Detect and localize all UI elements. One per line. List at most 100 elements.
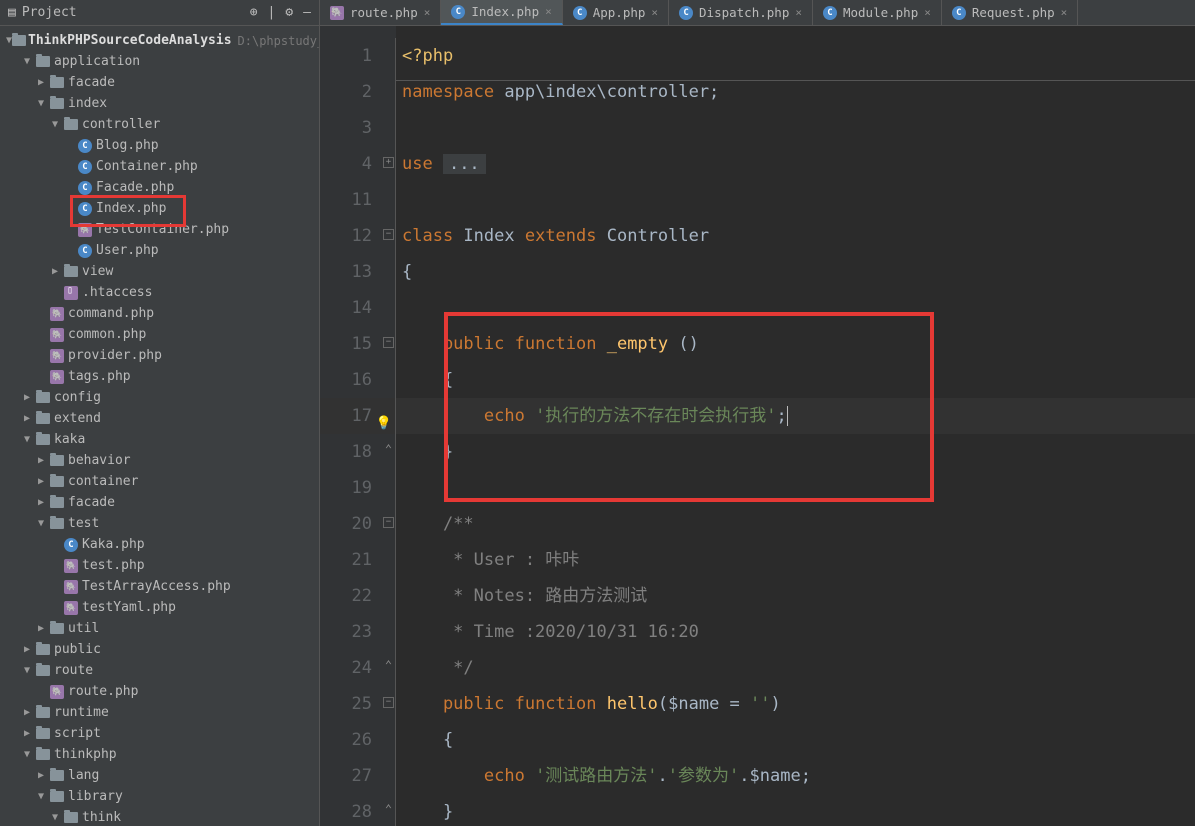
code-line[interactable]: { bbox=[396, 722, 1195, 758]
tree-item-facade-php[interactable]: CFacade.php bbox=[0, 177, 319, 198]
tree-item-thinkphp[interactable]: ▼thinkphp bbox=[0, 744, 319, 765]
tree-item-blog-php[interactable]: CBlog.php bbox=[0, 135, 319, 156]
code-line[interactable]: use ... bbox=[396, 146, 1195, 182]
line-number[interactable]: 17💡 bbox=[320, 398, 396, 434]
tree-item--htaccess[interactable]: .htaccess bbox=[0, 282, 319, 303]
fold-icon[interactable]: ⌃ bbox=[383, 805, 394, 816]
tree-item-config[interactable]: ▶config bbox=[0, 387, 319, 408]
code-line[interactable]: * Time :2020/10/31 16:20 bbox=[396, 614, 1195, 650]
tree-item-command-php[interactable]: 🐘command.php bbox=[0, 303, 319, 324]
fold-icon[interactable]: ⌃ bbox=[383, 445, 394, 456]
code-line[interactable]: { bbox=[396, 254, 1195, 290]
tab-app-php[interactable]: CApp.php× bbox=[563, 0, 669, 25]
tab-route-php[interactable]: 🐘route.php× bbox=[320, 0, 441, 25]
tree-item-public[interactable]: ▶public bbox=[0, 639, 319, 660]
tree-item-view[interactable]: ▶view bbox=[0, 261, 319, 282]
code-line[interactable]: } bbox=[396, 794, 1195, 826]
project-tree[interactable]: ▼ThinkPHPSourceCodeAnalysisD:\phpstudy_p… bbox=[0, 26, 319, 826]
tree-item-container-php[interactable]: CContainer.php bbox=[0, 156, 319, 177]
tree-item-extend[interactable]: ▶extend bbox=[0, 408, 319, 429]
tree-item-library[interactable]: ▼library bbox=[0, 786, 319, 807]
code-line[interactable]: public function _empty () bbox=[396, 326, 1195, 362]
code-line[interactable]: * User : 咔咔 bbox=[396, 542, 1195, 578]
code-editor[interactable]: 1234+1112−131415−1617💡18⌃1920−21222324⌃2… bbox=[320, 26, 1195, 826]
code-line[interactable]: * Notes: 路由方法测试 bbox=[396, 578, 1195, 614]
tree-item-provider-php[interactable]: 🐘provider.php bbox=[0, 345, 319, 366]
tree-item-tags-php[interactable]: 🐘tags.php bbox=[0, 366, 319, 387]
line-number[interactable]: 21 bbox=[320, 542, 396, 578]
line-number[interactable]: 16 bbox=[320, 362, 396, 398]
fold-icon[interactable]: − bbox=[383, 697, 394, 708]
tree-item-util[interactable]: ▶util bbox=[0, 618, 319, 639]
target-icon[interactable]: ⊕ bbox=[250, 5, 258, 20]
line-number[interactable]: 15− bbox=[320, 326, 396, 362]
tree-item-script[interactable]: ▶script bbox=[0, 723, 319, 744]
line-number[interactable]: 19 bbox=[320, 470, 396, 506]
tree-item-route-php[interactable]: 🐘route.php bbox=[0, 681, 319, 702]
tree-item-think[interactable]: ▼think bbox=[0, 807, 319, 826]
line-number[interactable]: 4+ bbox=[320, 146, 396, 182]
editor-tabs[interactable]: 🐘route.php×CIndex.php×CApp.php×CDispatch… bbox=[320, 0, 1195, 26]
tab-dispatch-php[interactable]: CDispatch.php× bbox=[669, 0, 813, 25]
line-number[interactable]: 28⌃ bbox=[320, 794, 396, 826]
line-number[interactable]: 18⌃ bbox=[320, 434, 396, 470]
tree-item-testcontainer-php[interactable]: 🐘TestContainer.php bbox=[0, 219, 319, 240]
close-icon[interactable]: × bbox=[795, 6, 802, 19]
minimize-icon[interactable]: — bbox=[303, 5, 311, 20]
line-number[interactable]: 13 bbox=[320, 254, 396, 290]
code-line[interactable]: echo '执行的方法不存在时会执行我'; bbox=[396, 398, 1195, 434]
tree-item-kaka-php[interactable]: CKaka.php bbox=[0, 534, 319, 555]
tree-item-user-php[interactable]: CUser.php bbox=[0, 240, 319, 261]
line-number[interactable]: 20− bbox=[320, 506, 396, 542]
code-line[interactable]: */ bbox=[396, 650, 1195, 686]
code-line[interactable] bbox=[396, 110, 1195, 146]
fold-icon[interactable]: − bbox=[383, 337, 394, 348]
code-line[interactable]: echo '测试路由方法'.'参数为'.$name; bbox=[396, 758, 1195, 794]
code-lines[interactable]: <?phpnamespace app\index\controller;use … bbox=[396, 26, 1195, 826]
fold-icon[interactable]: − bbox=[383, 517, 394, 528]
close-icon[interactable]: × bbox=[924, 6, 931, 19]
tree-item-index-php[interactable]: CIndex.php bbox=[0, 198, 319, 219]
tree-item-common-php[interactable]: 🐘common.php bbox=[0, 324, 319, 345]
line-number[interactable]: 2 bbox=[320, 74, 396, 110]
tree-item-controller[interactable]: ▼controller bbox=[0, 114, 319, 135]
line-number[interactable]: 24⌃ bbox=[320, 650, 396, 686]
line-number[interactable]: 12− bbox=[320, 218, 396, 254]
tab-index-php[interactable]: CIndex.php× bbox=[441, 0, 562, 25]
close-icon[interactable]: × bbox=[424, 6, 431, 19]
line-number[interactable]: 14 bbox=[320, 290, 396, 326]
line-number[interactable]: 1 bbox=[320, 38, 396, 74]
code-line[interactable]: /** bbox=[396, 506, 1195, 542]
gear-icon[interactable]: ⚙ bbox=[285, 5, 293, 20]
tree-item-testarrayaccess-php[interactable]: 🐘TestArrayAccess.php bbox=[0, 576, 319, 597]
code-line[interactable]: class Index extends Controller bbox=[396, 218, 1195, 254]
close-icon[interactable]: × bbox=[651, 6, 658, 19]
code-line[interactable]: public function hello($name = '') bbox=[396, 686, 1195, 722]
tree-item-application[interactable]: ▼application bbox=[0, 51, 319, 72]
code-line[interactable] bbox=[396, 182, 1195, 218]
tree-item-facade[interactable]: ▶facade bbox=[0, 72, 319, 93]
tree-item-lang[interactable]: ▶lang bbox=[0, 765, 319, 786]
tree-item-container[interactable]: ▶container bbox=[0, 471, 319, 492]
line-number[interactable]: 23 bbox=[320, 614, 396, 650]
line-number[interactable]: 22 bbox=[320, 578, 396, 614]
tree-item-kaka[interactable]: ▼kaka bbox=[0, 429, 319, 450]
tree-item-testyaml-php[interactable]: 🐘testYaml.php bbox=[0, 597, 319, 618]
code-line[interactable]: <?php bbox=[396, 38, 1195, 74]
line-number[interactable]: 25− bbox=[320, 686, 396, 722]
tree-item-index[interactable]: ▼index bbox=[0, 93, 319, 114]
code-line[interactable]: } bbox=[396, 434, 1195, 470]
close-icon[interactable]: × bbox=[1061, 6, 1068, 19]
fold-icon[interactable]: ⌃ bbox=[383, 661, 394, 672]
tree-item-facade[interactable]: ▶facade bbox=[0, 492, 319, 513]
tree-item-runtime[interactable]: ▶runtime bbox=[0, 702, 319, 723]
folder-collapse-icon[interactable]: ▤ bbox=[8, 5, 16, 20]
tree-item-behavior[interactable]: ▶behavior bbox=[0, 450, 319, 471]
close-icon[interactable]: × bbox=[545, 5, 552, 18]
fold-icon[interactable]: + bbox=[383, 157, 394, 168]
line-number[interactable]: 3 bbox=[320, 110, 396, 146]
tab-request-php[interactable]: CRequest.php× bbox=[942, 0, 1078, 25]
tree-item-route[interactable]: ▼route bbox=[0, 660, 319, 681]
code-line[interactable]: { bbox=[396, 362, 1195, 398]
code-line[interactable] bbox=[396, 470, 1195, 506]
